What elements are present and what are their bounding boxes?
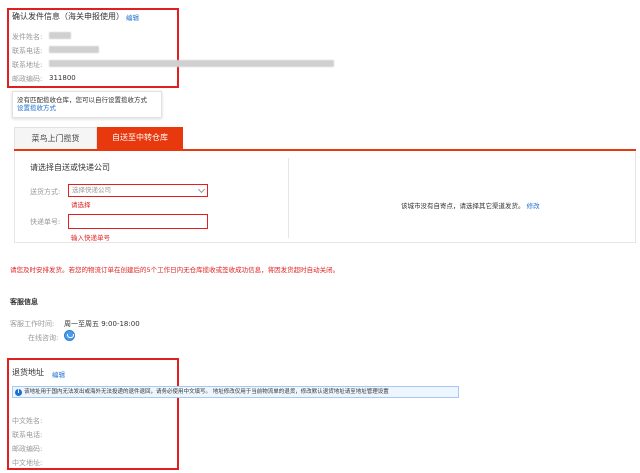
method-error: 请选择: [71, 201, 91, 209]
panel-divider: [288, 158, 289, 238]
return-phone-label: 联系电话:: [12, 431, 43, 439]
shipping-warning: 请您及时安排发货。若您的物流订单在创建后的5个工作日内无仓库揽收或签收成功信息，…: [10, 266, 340, 274]
return-notice: i 该地址用于国内无法发出或海外无法投递的退件退回，请务必使用中文填写。 地址修…: [12, 386, 459, 398]
return-title: 退货地址: [12, 368, 44, 377]
no-station-text: 该城市没有自寄点，请选择其它渠道发货。 修改: [401, 200, 540, 210]
return-postal-label: 邮政编码:: [12, 445, 43, 453]
tracking-input[interactable]: [68, 214, 208, 229]
delivery-method-label: 送货方式:: [30, 188, 61, 196]
info-icon: i: [15, 388, 22, 396]
courier-select-placeholder: 选择快递公司: [72, 186, 111, 194]
online-chat-icon[interactable]: [64, 330, 75, 341]
no-station-message: 该城市没有自寄点，请选择其它渠道发货。: [401, 202, 525, 210]
return-notice-text: 该地址用于国内无法发出或海外无法投递的退件退回，请务必使用中文填写。 地址修改仅…: [24, 389, 389, 395]
return-edit-link[interactable]: 编辑: [52, 369, 65, 379]
return-name-label: 中文姓名:: [12, 417, 43, 425]
sender-postal-value: 311800: [49, 74, 76, 82]
sender-postal-label: 邮政编码:: [12, 75, 43, 83]
courier-select[interactable]: 选择快递公司: [68, 184, 208, 197]
cs-hours-value: 周一至周五 9:00-18:00: [64, 320, 140, 328]
pickup-tooltip: 没有匹配揽收仓库，您可以自行设置揽收方式 设置揽收方式: [12, 91, 162, 118]
chevron-down-icon: [197, 185, 206, 194]
sender-phone-label: 联系电话:: [12, 47, 43, 55]
tracking-error: 输入快递单号: [71, 234, 110, 242]
sender-name-label: 发件姓名:: [12, 33, 43, 41]
cs-hours-label: 客服工作时间:: [10, 320, 55, 328]
cs-consult-label: 在线咨询:: [28, 334, 59, 342]
sender-name-value: [49, 32, 71, 39]
sender-phone-value: [49, 46, 99, 53]
cs-title: 客服信息: [10, 298, 38, 306]
sender-title: 确认发件信息（海关申报使用）: [12, 12, 124, 21]
delivery-heading: 请选择自送或快递公司: [30, 163, 110, 172]
tab-cainiao-pickup[interactable]: 菜鸟上门揽货: [14, 127, 97, 149]
sender-address-label: 联系地址:: [12, 61, 43, 69]
tracking-label: 快递单号:: [30, 218, 61, 226]
return-address-label: 中文地址:: [12, 459, 43, 467]
tab-self-delivery[interactable]: 自送至中转仓库: [97, 127, 183, 149]
pickup-tooltip-text: 没有匹配揽收仓库，您可以自行设置揽收方式: [17, 96, 147, 104]
sender-address-value: [49, 60, 334, 67]
set-pickup-link[interactable]: 设置揽收方式: [17, 104, 56, 112]
modify-link[interactable]: 修改: [527, 202, 540, 210]
sender-edit-link[interactable]: 编辑: [126, 12, 139, 22]
